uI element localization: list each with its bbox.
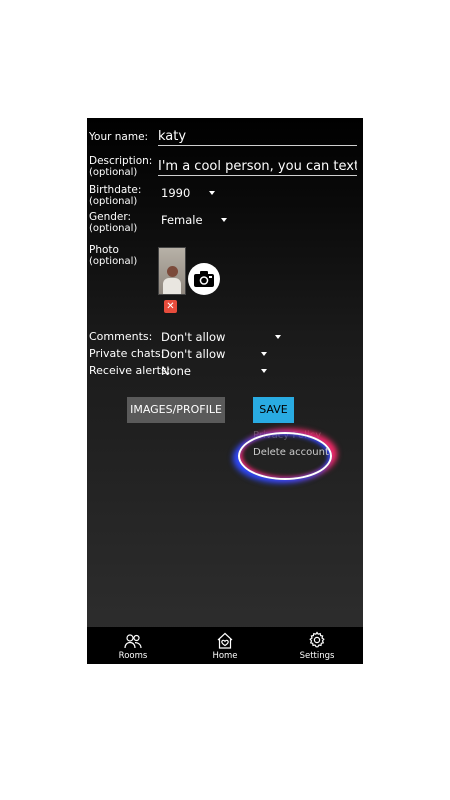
bottom-tab-bar: Rooms Home Settings	[87, 627, 363, 664]
photo-body	[163, 278, 181, 294]
description-input[interactable]: I'm a cool person, you can text me	[158, 158, 357, 176]
tab-home-label: Home	[212, 651, 238, 661]
profile-photo-thumbnail[interactable]	[158, 247, 186, 295]
tab-rooms-label: Rooms	[118, 651, 148, 661]
photo-optional: (optional)	[89, 256, 138, 267]
birthdate-label-text: Birthdate:	[89, 184, 142, 196]
photo-face	[167, 266, 178, 277]
name-label: Your name:	[89, 131, 149, 143]
delete-photo-button[interactable]: ✕	[164, 300, 177, 313]
gender-label-text: Gender:	[89, 211, 132, 223]
tab-settings[interactable]: Settings	[271, 627, 363, 664]
private-chats-value: Don't allow	[161, 347, 226, 361]
delete-account-link[interactable]: Delete account	[253, 447, 329, 458]
receive-alerts-value: None	[161, 364, 192, 378]
profile-screen: Your name: katy Description: (optional) …	[87, 118, 363, 664]
tab-rooms[interactable]: Rooms	[87, 627, 179, 664]
gender-optional: (optional)	[89, 223, 138, 234]
tab-settings-label: Settings	[299, 651, 335, 661]
description-optional: (optional)	[89, 167, 138, 178]
gender-value: Female	[161, 213, 203, 227]
gender-label: Gender: (optional)	[89, 211, 137, 235]
photo-label-text: Photo	[89, 244, 119, 256]
private-chats-label: Private chats:	[89, 347, 165, 360]
comments-label: Comments:	[89, 330, 153, 343]
private-chats-select[interactable]: Don't allow	[161, 347, 267, 361]
rooms-icon	[124, 634, 142, 649]
close-icon: ✕	[166, 301, 175, 312]
birthdate-value: 1990	[161, 186, 191, 200]
chevron-down-icon	[261, 369, 267, 373]
images-profile-button[interactable]: IMAGES/PROFILE	[127, 397, 225, 423]
gender-select[interactable]: Female	[161, 213, 231, 227]
receive-alerts-label: Receive alerts:	[89, 364, 171, 377]
tab-home[interactable]: Home	[179, 627, 271, 664]
comments-select[interactable]: Don't allow	[161, 330, 281, 344]
save-button[interactable]: SAVE	[253, 397, 294, 423]
camera-button[interactable]	[188, 263, 220, 295]
name-input[interactable]: katy	[158, 128, 357, 146]
chevron-down-icon	[261, 352, 267, 356]
photo-label: Photo (optional)	[89, 244, 137, 268]
gear-icon	[309, 631, 325, 648]
receive-alerts-select[interactable]: None	[161, 364, 267, 378]
birthdate-select[interactable]: 1990	[161, 186, 217, 200]
camera-icon	[194, 271, 214, 287]
description-label-text: Description:	[89, 155, 153, 167]
chevron-down-icon	[275, 335, 281, 339]
birthdate-optional: (optional)	[89, 196, 138, 207]
home-icon	[217, 632, 233, 649]
birthdate-label: Birthdate: (optional)	[89, 184, 141, 208]
comments-value: Don't allow	[161, 330, 226, 344]
chevron-down-icon	[209, 191, 216, 195]
chevron-down-icon	[220, 218, 227, 222]
description-label: Description: (optional)	[89, 155, 152, 179]
